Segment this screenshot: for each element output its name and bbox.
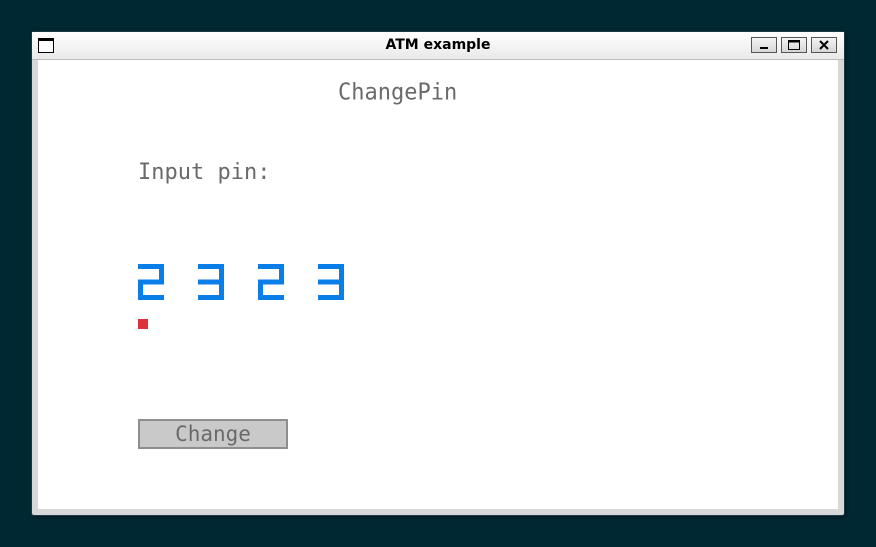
pin-digit	[318, 264, 344, 300]
title-bar[interactable]: ATM example	[32, 32, 844, 60]
digit-segment	[138, 295, 164, 300]
digit-segment	[339, 264, 344, 282]
atm-screen: ChangePin Input pin: Change	[38, 60, 838, 509]
pin-prompt-label: Input pin:	[138, 160, 271, 185]
window-title: ATM example	[385, 37, 491, 53]
digit-segment	[318, 295, 344, 300]
pin-digit	[258, 264, 284, 300]
digit-segment	[219, 264, 224, 282]
digit-segment	[279, 264, 284, 282]
digit-segment	[198, 295, 224, 300]
app-window: ATM example ChangePin Input pin: Change	[32, 32, 844, 515]
minimize-button[interactable]	[751, 37, 777, 53]
input-cursor	[138, 319, 148, 329]
change-button[interactable]: Change	[138, 419, 288, 449]
pin-digit	[198, 264, 224, 300]
screen-heading: ChangePin	[338, 79, 458, 106]
digit-segment	[159, 264, 164, 282]
close-button[interactable]	[811, 37, 837, 53]
pin-digits	[137, 262, 377, 302]
pin-digit	[138, 264, 164, 300]
close-icon	[819, 40, 829, 50]
maximize-icon	[788, 40, 800, 50]
minimize-icon	[760, 47, 768, 49]
digit-segment	[258, 295, 284, 300]
maximize-button[interactable]	[781, 37, 807, 53]
